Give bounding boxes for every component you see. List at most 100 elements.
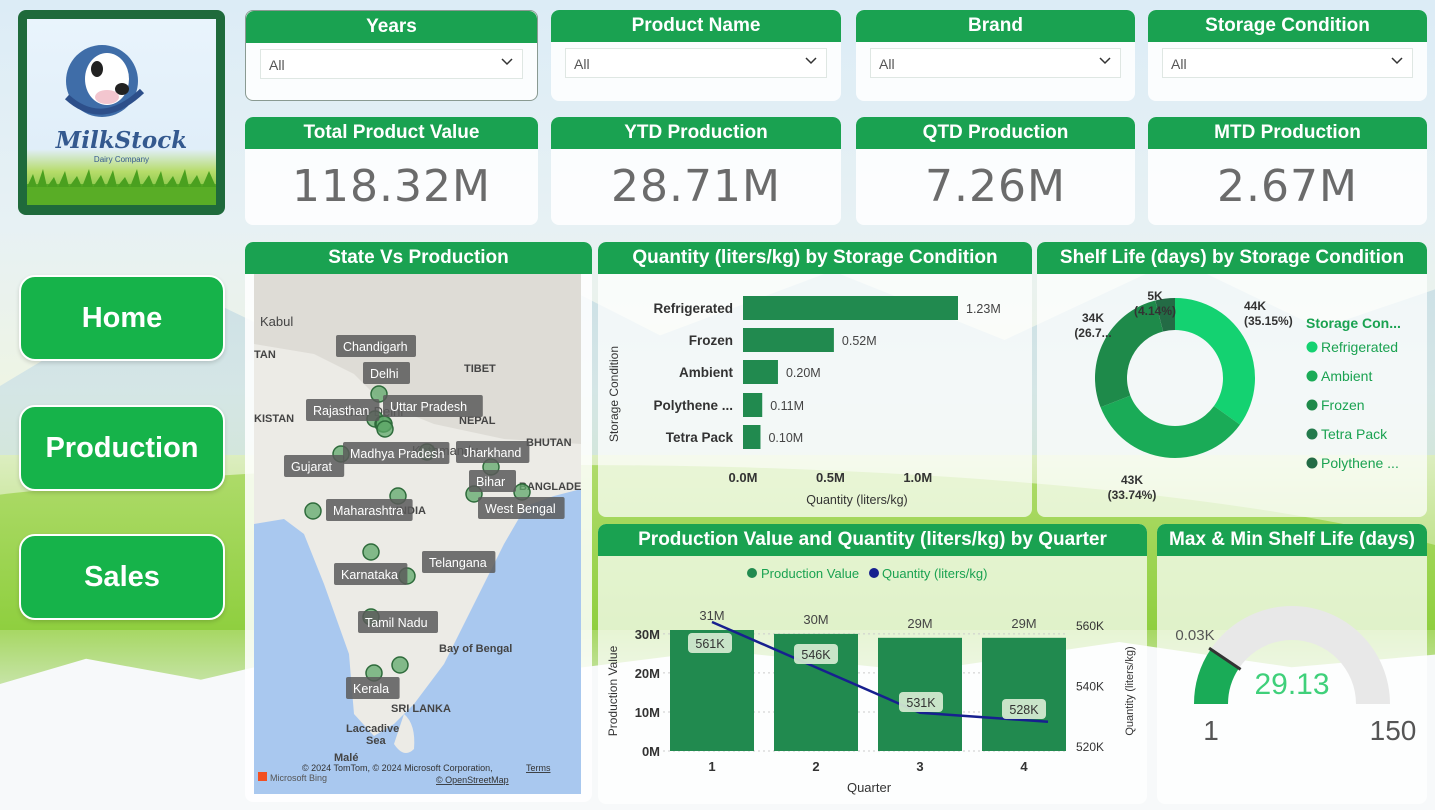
map-canvas[interactable]: KabulTANKISTANTIBETNEPALBHUTANBANGLADESI…	[254, 274, 581, 794]
quarter-combo-title: Production Value and Quantity (liters/kg…	[598, 524, 1147, 556]
combo-line-label: 546K	[801, 648, 831, 662]
slicer-product-name-dropdown[interactable]: All	[565, 48, 827, 78]
combo-bar-label: 30M	[803, 612, 828, 627]
combo-bar[interactable]	[982, 637, 1066, 751]
chevron-down-icon	[501, 58, 513, 66]
combo-y1tick: 0M	[642, 744, 660, 759]
combo-legend-item[interactable]: Production Value	[761, 566, 859, 581]
kpi-mtd-production: MTD Production 2.67M	[1148, 117, 1427, 225]
storage-bar[interactable]	[743, 393, 763, 417]
shelf-donut-title: Shelf Life (days) by Storage Condition	[1037, 242, 1427, 274]
gauge-target-label: 0.03K	[1175, 627, 1214, 644]
storage-bar-data-label: 0.10M	[768, 431, 803, 445]
map-state-marker[interactable]	[362, 543, 380, 561]
combo-xtick: 4	[1020, 759, 1028, 774]
slicer-years-dropdown[interactable]: All	[260, 49, 523, 79]
storage-bar[interactable]	[743, 328, 834, 352]
map-state-marker[interactable]	[391, 656, 409, 674]
donut-legend-marker	[1306, 341, 1318, 353]
storage-bar-category: Ambient	[679, 365, 734, 380]
shelf-gauge-title: Max & Min Shelf Life (days)	[1157, 524, 1427, 556]
combo-y2label: Quantity (liters/kg)	[1124, 646, 1136, 735]
kpi-qtd-production: QTD Production 7.26M	[856, 117, 1135, 225]
storage-bar-data-label: 0.11M	[770, 399, 804, 413]
kpi-title: YTD Production	[551, 117, 841, 149]
map-state-label: Gujarat	[291, 460, 333, 474]
combo-bar-label: 31M	[699, 608, 724, 623]
donut-data-label: 43K	[1121, 473, 1143, 487]
combo-y2tick: 520K	[1076, 740, 1104, 754]
map-state-label: Jharkhand	[463, 446, 521, 460]
map-state-label: Delhi	[370, 367, 399, 381]
slicer-product-name-title: Product Name	[551, 10, 841, 42]
combo-xtick: 2	[812, 759, 819, 774]
map-state-marker[interactable]	[304, 502, 322, 520]
map-state-label: Karnataka	[341, 568, 398, 582]
map-terms-link[interactable]: Terms	[526, 763, 551, 773]
combo-y2tick: 540K	[1076, 680, 1104, 694]
slicer-storage-condition-title: Storage Condition	[1148, 10, 1427, 42]
donut-data-label: 34K	[1082, 311, 1104, 325]
map-place-label: SRI LANKA	[391, 703, 451, 715]
donut-slice[interactable]	[1175, 298, 1255, 425]
map-place-label: Kabul	[260, 314, 293, 329]
storage-bar-chart[interactable]: Storage Condition Refrigerated 1.23M Frozen…	[598, 274, 1032, 517]
combo-legend-item[interactable]: Quantity (liters/kg)	[882, 566, 987, 581]
shelf-donut-chart[interactable]: 44K(35.15%) 43K(33.74%) 34K(26.7... 5K(4.14…	[1037, 274, 1427, 517]
map-place-label: BHUTAN	[526, 437, 572, 449]
storage-bar[interactable]	[743, 360, 778, 384]
combo-xtick: 1	[708, 759, 715, 774]
slicer-product-name: Product Name All	[551, 10, 841, 101]
nav-sales-button[interactable]: Sales	[19, 534, 225, 620]
slicer-years-title: Years	[246, 11, 537, 43]
map-osm-link[interactable]: © OpenStreetMap	[436, 775, 509, 785]
map-state-label: West Bengal	[485, 502, 556, 516]
shelf-gauge-chart[interactable]: 0.03K 29.13 1 150	[1157, 556, 1427, 804]
combo-bar-label: 29M	[907, 616, 932, 631]
slicer-storage-condition-value: All	[1171, 56, 1187, 72]
map-state-label: Chandigarh	[343, 340, 408, 354]
map-state-label: Telangana	[429, 556, 487, 570]
quarter-combo-card: Production Value and Quantity (liters/kg…	[598, 524, 1147, 804]
map-state-label: Madhya Pradesh	[350, 447, 445, 461]
kpi-title: MTD Production	[1148, 117, 1427, 149]
donut-data-label: 44K	[1244, 299, 1266, 313]
donut-legend-item[interactable]: Ambient	[1321, 368, 1372, 384]
quarter-combo-chart[interactable]: Production Value Quantity (liters/kg) 0M 10…	[598, 556, 1147, 804]
cow-logo-icon	[27, 45, 216, 205]
combo-bar-label: 29M	[1011, 616, 1036, 631]
storage-bar[interactable]	[743, 296, 958, 320]
storage-bar-category: Refrigerated	[653, 301, 733, 316]
map-state-label: Uttar Pradesh	[390, 400, 467, 414]
storage-bar-category: Tetra Pack	[666, 430, 734, 445]
logo-panel: MilkStock Dairy Company	[18, 10, 225, 215]
map-state-label: Bihar	[476, 475, 505, 489]
combo-y1label: Production Value	[606, 645, 620, 736]
nav-production-button[interactable]: Production	[19, 405, 225, 491]
map-bing-label: Microsoft Bing	[270, 773, 327, 783]
donut-legend-marker	[1306, 399, 1318, 411]
slicer-brand-dropdown[interactable]: All	[870, 48, 1121, 78]
donut-legend-item[interactable]: Refrigerated	[1321, 339, 1398, 355]
storage-bar-data-label: 0.52M	[842, 334, 877, 348]
map-state-marker[interactable]	[376, 420, 394, 438]
combo-y1tick: 30M	[635, 627, 660, 642]
storage-bar-xlabel: Quantity (liters/kg)	[806, 493, 907, 507]
logo-name: MilkStock	[55, 127, 188, 154]
kpi-value: 118.32M	[292, 161, 491, 212]
slicer-storage-condition-dropdown[interactable]: All	[1162, 48, 1413, 78]
donut-legend-marker	[1306, 428, 1318, 440]
kpi-value: 7.26M	[925, 161, 1066, 212]
donut-legend-item[interactable]: Tetra Pack	[1321, 426, 1388, 442]
donut-data-pct: (26.7...	[1074, 326, 1111, 340]
shelf-gauge-card: Max & Min Shelf Life (days) 0.03K 29.13 1 1…	[1157, 524, 1427, 804]
combo-xtick: 3	[916, 759, 923, 774]
combo-line-label: 531K	[906, 696, 936, 710]
donut-legend-title: Storage Con...	[1306, 315, 1401, 331]
storage-bar[interactable]	[743, 425, 761, 449]
donut-legend-item[interactable]: Polythene ...	[1321, 455, 1399, 471]
nav-home-button[interactable]: Home	[19, 275, 225, 361]
donut-legend-item[interactable]: Frozen	[1321, 397, 1365, 413]
chevron-down-icon	[1391, 57, 1403, 65]
combo-line-label: 528K	[1009, 703, 1039, 717]
